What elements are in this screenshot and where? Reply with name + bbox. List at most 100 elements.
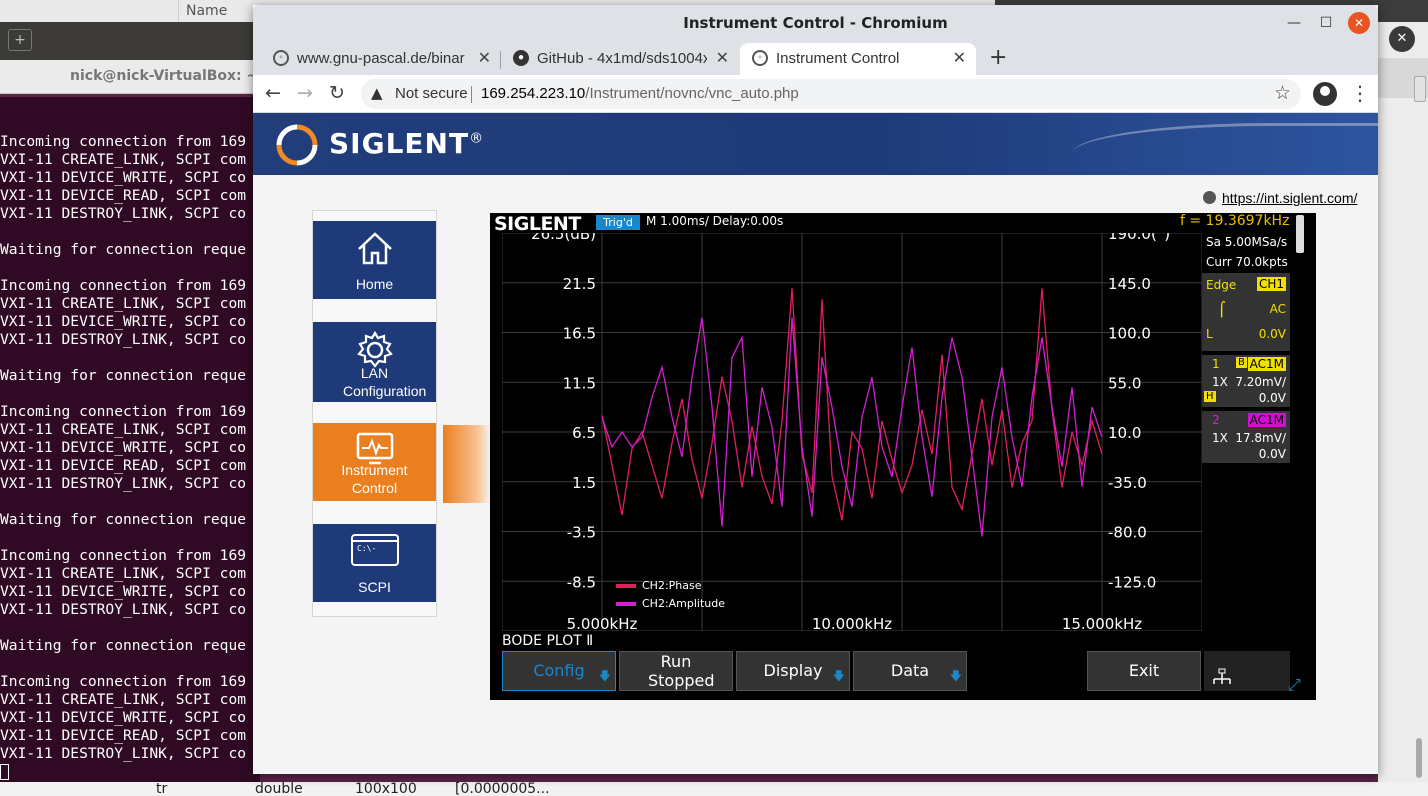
terminal-new-tab-button[interactable]: + [8,29,32,51]
run-stopped-button[interactable]: Run Stopped [619,651,733,691]
legend-swatch [616,584,636,588]
window-title: Instrument Control - Chromium [683,14,948,32]
new-tab-button[interactable]: + [989,45,1007,70]
legend-label: CH2:Amplitude [642,597,725,610]
network-icon[interactable] [1204,651,1290,691]
ch1-bw-badge: B [1236,357,1247,368]
terminal-line: VXI-11 DEVICE_WRITE, SCPI co [0,169,247,186]
nav-home[interactable]: Home [313,221,436,299]
account-icon[interactable] [1313,82,1337,106]
series-line-phase [601,288,1103,521]
home-icon [358,232,392,265]
display-button[interactable]: Display 🡇 [736,651,850,691]
maximize-button[interactable]: ☐ [1315,12,1337,34]
window-close-button[interactable]: ✕ [1348,12,1370,34]
minimize-button[interactable]: — [1283,12,1305,34]
siglent-link[interactable]: https://int.siglent.com/ [1203,190,1357,206]
legend-label: CH2:Phase [642,579,702,592]
tab-close-icon[interactable]: ✕ [716,48,729,68]
oscilloscope-display[interactable]: SIGLENT Trig'd M 1.00ms/ Delay:0.00s f =… [490,213,1316,700]
terminal-line: VXI-11 CREATE_LINK, SCPI com [0,691,247,708]
page-content: SIGLENT® https://int.siglent.com/ Home L… [253,113,1378,774]
siglent-link-text[interactable]: https://int.siglent.com/ [1222,190,1357,206]
x-tick-label: 15.000kHz [1062,615,1142,631]
scrollbar-handle[interactable] [1414,76,1426,102]
ch2-offset: 0.0V [1258,447,1286,461]
terminal-line: Incoming connection from 169 [0,403,247,420]
scope-right-panel: Sa 5.00MSa/s Curr 70.0kpts Edge CH1 ⌠ AC… [1202,233,1290,633]
trigger-panel[interactable]: Edge CH1 ⌠ AC L 0.0V [1202,273,1290,351]
y-left-tick-label: -8.5 [567,573,596,591]
warning-icon[interactable]: ▲ [371,84,383,102]
trigger-source: CH1 [1256,277,1286,291]
y-right-tick-label: 100.0 [1108,325,1151,343]
tab-close-icon[interactable]: ✕ [953,48,966,68]
ch1-panel[interactable]: 1 B AC1M 1X 7.20mV/ H 0.0V [1202,355,1290,407]
rising-edge-icon: ⌠ [1218,302,1226,318]
name-column-header[interactable]: Name [178,0,227,22]
nav-instrument-control[interactable]: Instrument Control [313,423,436,501]
terminal-title: nick@nick-VirtualBox: ~/S [70,68,274,84]
bookmark-star-icon[interactable]: ☆ [1274,82,1291,104]
button-label: Run Stopped [648,652,715,690]
nav-lan-configuration[interactable]: LAN Configuration [313,322,436,402]
security-label[interactable]: Not secure [395,85,468,102]
reload-icon[interactable]: ↻ [329,82,345,104]
y-left-tick-label: 1.5 [572,474,596,492]
trigger-coupling: AC [1269,302,1286,316]
fullscreen-icon[interactable]: ⤢ [1288,675,1301,695]
tab-close-icon[interactable]: ✕ [478,48,491,68]
config-button[interactable]: Config 🡇 [502,651,616,691]
url-text[interactable]: 169.254.223.10/Instrument/novnc/vnc_auto… [481,85,799,102]
chart-series [601,288,1103,537]
ch2-panel[interactable]: 2 AC1M 1X 17.8mV/ 0.0V [1202,411,1290,463]
close-icon[interactable]: ✕ [1389,26,1415,52]
terminal-line: VXI-11 CREATE_LINK, SCPI com [0,421,247,438]
ch2-coupling: AC1M [1247,413,1286,427]
y-right-tick-label: 145.0 [1108,275,1151,293]
terminal-line: VXI-11 DESTROY_LINK, SCPI co [0,745,247,762]
y-right-tick-label: 190.0(°) [1108,233,1170,243]
scope-scroll-handle[interactable] [1296,215,1304,253]
tab-github[interactable]: ● GitHub - 4x1md/sds1004x ✕ [501,43,739,75]
tab-instrument-control[interactable]: ◦ Instrument Control ✕ [740,43,976,75]
back-icon[interactable]: ← [265,82,281,104]
trigger-type: Edge [1206,278,1237,292]
terminal-line: VXI-11 DEVICE_WRITE, SCPI co [0,709,247,726]
variable-name: tr [156,782,168,796]
svg-text:C:\-: C:\- [357,544,376,553]
address-bar[interactable]: ▲ Not secure 169.254.223.10/Instrument/n… [361,79,1301,109]
tab-gnu-pascal[interactable]: ◦ www.gnu-pascal.de/binar ✕ [261,43,501,75]
nav-label: SCPI [358,579,391,595]
terminal-line: VXI-11 DESTROY_LINK, SCPI co [0,475,247,492]
y-left-tick-label: 6.5 [572,424,596,442]
terminal-titlebar: + [0,22,260,60]
memory-depth-readout: Curr 70.0kpts [1206,255,1288,269]
terminal-line: VXI-11 DEVICE_READ, SCPI com [0,727,247,744]
terminal-line: VXI-11 DEVICE_WRITE, SCPI co [0,439,247,456]
nav-scpi[interactable]: C:\- SCPI [313,524,436,602]
terminal-icon: C:\- [351,534,399,566]
menu-icon[interactable]: ⋮ [1350,81,1370,105]
terminal-line: VXI-11 DESTROY_LINK, SCPI co [0,601,247,618]
terminal-output[interactable]: Incoming connection from 169 VXI-11 CREAT… [0,97,260,782]
url-host: 169.254.223.10 [481,85,586,102]
browser-titlebar: Instrument Control - Chromium — ☐ ✕ [253,5,1378,41]
scrollbar-thumb[interactable] [1416,738,1422,778]
terminal-line: VXI-11 DEVICE_WRITE, SCPI co [0,313,247,330]
browser-window: Instrument Control - Chromium — ☐ ✕ ◦ ww… [253,5,1378,774]
background-window-edge: ✕ [1378,22,1428,782]
banner-swoosh [1073,123,1378,175]
trigger-status-badge: Trig'd [596,215,640,230]
sidebar-nav: Home LAN Configuration Instrument Contro… [312,210,437,617]
forward-icon[interactable]: → [297,82,313,104]
omnibox-divider [471,86,472,103]
exit-button[interactable]: Exit [1087,651,1201,691]
variable-type: double [255,782,303,796]
data-button[interactable]: Data 🡇 [853,651,967,691]
terminal-line: Incoming connection from 169 [0,673,247,690]
